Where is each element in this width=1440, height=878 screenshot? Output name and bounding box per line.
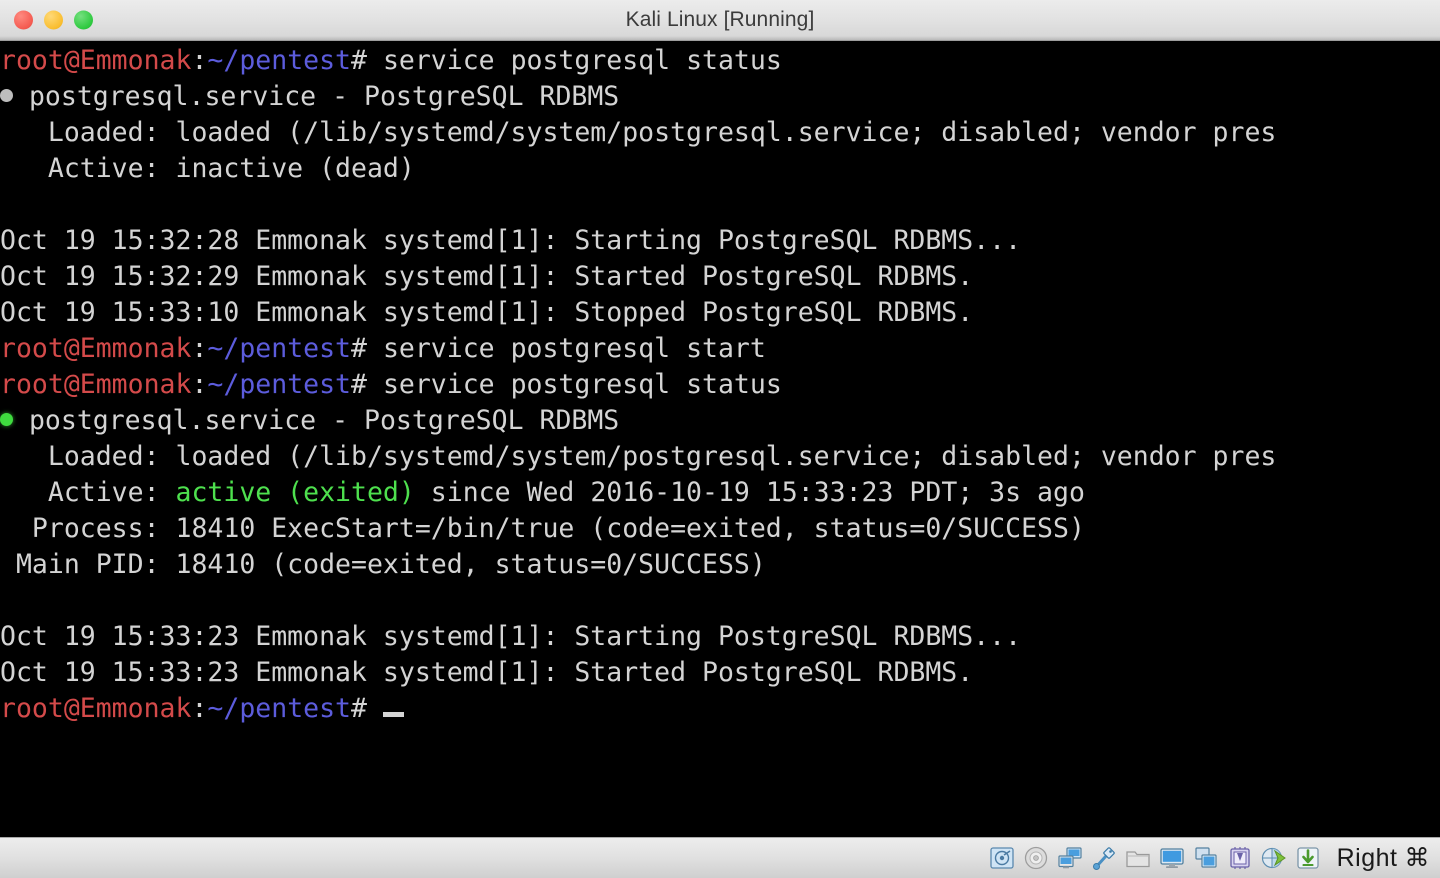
terminal-output-line: Process: 18410 ExecStart=/bin/true (code… <box>0 511 1440 547</box>
terminal-command: service postgresql start <box>383 333 766 364</box>
terminal-prompt-line: root@Emmonak:~/pentest# service postgres… <box>0 43 1440 79</box>
prompt-colon: : <box>191 333 207 364</box>
terminal-screen[interactable]: root@Emmonak:~/pentest# service postgres… <box>0 41 1440 837</box>
terminal-output-line: Loaded: loaded (/lib/systemd/system/post… <box>0 439 1440 475</box>
window-title: Kali Linux [Running] <box>0 8 1440 32</box>
maximize-button[interactable] <box>74 11 93 30</box>
minimize-button[interactable] <box>44 11 63 30</box>
terminal-output-line: Oct 19 15:33:10 Emmonak systemd[1]: Stop… <box>0 295 1440 331</box>
window-controls <box>14 11 93 30</box>
terminal-command: service postgresql status <box>383 45 782 76</box>
display-icon[interactable] <box>1159 845 1185 871</box>
host-key-indicator: Right ⌘ <box>1337 843 1430 873</box>
service-status-dot-active <box>0 413 13 426</box>
optical-disk-icon[interactable] <box>1023 845 1049 871</box>
usb-icon[interactable] <box>1091 845 1117 871</box>
screen-capture-icon[interactable] <box>1193 845 1219 871</box>
service-active-line: Active: active (exited) since Wed 2016-1… <box>0 475 1440 511</box>
prompt-colon: : <box>191 369 207 400</box>
terminal-prompt-line: root@Emmonak:~/pentest# service postgres… <box>0 367 1440 403</box>
terminal-blank-line <box>0 583 1440 619</box>
service-name-text: postgresql.service - PostgreSQL RDBMS <box>13 405 619 436</box>
terminal-output-line: Active: inactive (dead) <box>0 151 1440 187</box>
terminal-prompt-line-active: root@Emmonak:~/pentest# <box>0 691 1440 727</box>
terminal-output-line: Oct 19 15:33:23 Emmonak systemd[1]: Star… <box>0 619 1440 655</box>
service-status-dot-inactive <box>0 89 13 102</box>
cpu-icon[interactable] <box>1227 845 1253 871</box>
terminal-output-line: Oct 19 15:32:28 Emmonak systemd[1]: Star… <box>0 223 1440 259</box>
terminal-prompt-line: root@Emmonak:~/pentest# service postgres… <box>0 331 1440 367</box>
prompt-path: ~/pentest <box>207 333 351 364</box>
prompt-path: ~/pentest <box>207 693 351 724</box>
terminal-command: service postgresql status <box>383 369 782 400</box>
close-button[interactable] <box>14 11 33 30</box>
prompt-user-host: root@Emmonak <box>0 693 191 724</box>
terminal-output-line: Main PID: 18410 (code=exited, status=0/S… <box>0 547 1440 583</box>
network-adapter-icon[interactable] <box>1057 845 1083 871</box>
prompt-user-host: root@Emmonak <box>0 45 191 76</box>
active-status-value: active (exited) <box>176 477 415 508</box>
host-key-label: Right <box>1337 844 1398 873</box>
terminal-output-line: Oct 19 15:32:29 Emmonak systemd[1]: Star… <box>0 259 1440 295</box>
service-header-line: postgresql.service - PostgreSQL RDBMS <box>0 79 1440 115</box>
prompt-path: ~/pentest <box>207 45 351 76</box>
window-titlebar: Kali Linux [Running] <box>0 0 1440 41</box>
prompt-sigil: # <box>351 333 383 364</box>
prompt-colon: : <box>191 45 207 76</box>
remote-desktop-icon[interactable] <box>1261 845 1287 871</box>
shared-folder-icon[interactable] <box>1125 845 1151 871</box>
virtualbox-statusbar: Right ⌘ <box>0 837 1440 878</box>
prompt-sigil: # <box>351 693 383 724</box>
active-label: Active: <box>0 477 176 508</box>
download-icon[interactable] <box>1295 845 1321 871</box>
terminal-output-line: Loaded: loaded (/lib/systemd/system/post… <box>0 115 1440 151</box>
prompt-colon: : <box>191 693 207 724</box>
service-header-line: postgresql.service - PostgreSQL RDBMS <box>0 403 1440 439</box>
prompt-sigil: # <box>351 369 383 400</box>
prompt-user-host: root@Emmonak <box>0 369 191 400</box>
terminal-output-line: Oct 19 15:33:23 Emmonak systemd[1]: Star… <box>0 655 1440 691</box>
active-since-text: since Wed 2016-10-19 15:33:23 PDT; 3s ag… <box>415 477 1085 508</box>
terminal-cursor <box>383 712 404 717</box>
prompt-user-host: root@Emmonak <box>0 333 191 364</box>
prompt-sigil: # <box>351 45 383 76</box>
hard-disk-icon[interactable] <box>989 845 1015 871</box>
terminal-blank-line <box>0 187 1440 223</box>
prompt-path: ~/pentest <box>207 369 351 400</box>
virtualbox-window: Kali Linux [Running] root@Emmonak:~/pent… <box>0 0 1440 878</box>
command-symbol-icon: ⌘ <box>1405 843 1431 873</box>
service-name-text: postgresql.service - PostgreSQL RDBMS <box>13 81 619 112</box>
